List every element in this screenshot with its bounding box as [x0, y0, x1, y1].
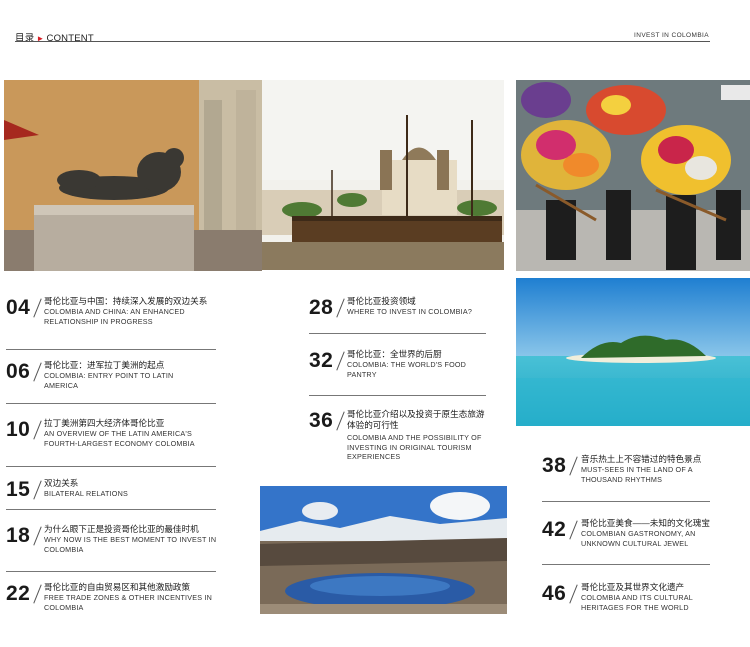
entry-title-en: WHERE TO INVEST IN COLOMBIA? [347, 307, 473, 316]
entry-title-en: AN OVERVIEW OF THE LATIN AMERICA'S FOURT… [44, 429, 195, 448]
entry-title-en: COLOMBIA: THE WORLD'S FOOD PANTRY [347, 360, 467, 379]
toc-entry[interactable]: 06 哥伦比亚：进军拉丁美洲的起点 COLOMBIA: ENTRY POINT … [6, 360, 220, 396]
slash-divider [569, 584, 578, 604]
toc-entry[interactable]: 42 哥伦比亚美食——未知的文化瑰宝 COLOMBIAN GASTRONOMY,… [542, 518, 717, 554]
contents-title-cn: 目录 [15, 33, 35, 44]
entry-title-cn: 哥伦比亚与中国：持续深入发展的双边关系 [44, 296, 208, 306]
toc-entry[interactable]: 10 拉丁美洲第四大经济体哥伦比亚 AN OVERVIEW OF THE LAT… [6, 418, 220, 454]
entry-divider [309, 333, 486, 334]
entry-title-cn: 双边关系 [44, 478, 79, 488]
page-number: 06 [6, 360, 31, 383]
slash-divider [33, 584, 42, 604]
slash-divider [569, 456, 578, 476]
entry-title-en: MUST-SEES IN THE LAND OF A THOUSAND RHYT… [581, 465, 693, 484]
entry-divider [6, 466, 216, 467]
flower-festival-photo [516, 80, 750, 271]
slash-divider [336, 298, 345, 318]
page-number: 38 [542, 454, 567, 477]
slash-divider [336, 411, 345, 431]
publication-name: INVEST IN COLOMBIA [634, 32, 709, 39]
page-number: 42 [542, 518, 567, 541]
toc-entry[interactable]: 04 哥伦比亚与中国：持续深入发展的双边关系 COLOMBIA AND CHIN… [6, 296, 220, 338]
page-number: 28 [309, 296, 334, 319]
botero-sculpture-photo [4, 80, 262, 271]
andes-lagoon-photo [260, 486, 507, 614]
page-number: 32 [309, 349, 334, 372]
slash-divider [33, 362, 42, 382]
entry-divider [6, 403, 216, 404]
page-number: 10 [6, 418, 31, 441]
page-number: 15 [6, 478, 31, 501]
entry-title-cn: 哥伦比亚介绍以及投资于原生态旅游体验的可行性 [347, 409, 485, 430]
entry-title-en: COLOMBIA: ENTRY POINT TO LATIN AMERICA [44, 371, 174, 390]
cartagena-ship-photo [262, 80, 504, 270]
entry-title-en: COLOMBIA AND THE POSSIBILITY OF INVESTIN… [347, 433, 482, 462]
toc-entry[interactable]: 46 哥伦比亚及其世界文化遗产 COLOMBIA AND ITS CULTURA… [542, 582, 717, 618]
header-divider [15, 41, 710, 42]
entry-divider [6, 571, 216, 572]
toc-entry[interactable]: 32 哥伦比亚：全世界的后厨 COLOMBIA: THE WORLD'S FOO… [309, 349, 494, 385]
toc-entry[interactable]: 22 哥伦比亚的自由贸易区和其他激励政策 FREE TRADE ZONES & … [6, 582, 220, 618]
entry-title-en: WHY NOW IS THE BEST MOMENT TO INVEST IN … [44, 535, 217, 554]
entry-title-en: COLOMBIAN GASTRONOMY, AN UNKNOWN CULTURA… [581, 529, 696, 548]
entry-divider [309, 395, 486, 396]
toc-entry[interactable]: 28 哥伦比亚投资领域 WHERE TO INVEST IN COLOMBIA? [309, 296, 494, 326]
entry-title-cn: 哥伦比亚投资领域 [347, 296, 416, 306]
entry-title-cn: 哥伦比亚美食——未知的文化瑰宝 [581, 518, 710, 528]
entry-title-cn: 哥伦比亚：全世界的后厨 [347, 349, 442, 359]
slash-divider [569, 520, 578, 540]
page-number: 18 [6, 524, 31, 547]
slash-divider [336, 351, 345, 371]
entry-title-cn: 哥伦比亚及其世界文化遗产 [581, 582, 685, 592]
entry-title-cn: 拉丁美洲第四大经济体哥伦比亚 [44, 418, 165, 428]
entry-divider [6, 509, 216, 510]
toc-entry[interactable]: 36 哥伦比亚介绍以及投资于原生态旅游体验的可行性 COLOMBIA AND T… [309, 409, 494, 469]
toc-entry[interactable]: 15 双边关系 BILATERAL RELATIONS [6, 478, 220, 502]
entry-title-cn: 为什么眼下正是投资哥伦比亚的最佳时机 [44, 524, 199, 534]
entry-title-en: COLOMBIA AND CHINA: AN ENHANCED RELATION… [44, 307, 185, 326]
slash-divider [33, 480, 42, 500]
contents-title-en: CONTENT [46, 33, 94, 44]
entry-divider [542, 501, 710, 502]
page-number: 46 [542, 582, 567, 605]
slash-divider [33, 298, 42, 318]
entry-divider [542, 564, 710, 565]
entry-title-cn: 音乐热土上不容错过的特色景点 [581, 454, 702, 464]
entry-title-cn: 哥伦比亚：进军拉丁美洲的起点 [44, 360, 165, 370]
entry-divider [6, 349, 216, 350]
page-number: 36 [309, 409, 334, 432]
entry-title-en: COLOMBIA AND ITS CULTURAL HERITAGES FOR … [581, 593, 693, 612]
entry-title-cn: 哥伦比亚的自由贸易区和其他激励政策 [44, 582, 191, 592]
page-number: 22 [6, 582, 31, 605]
tropical-island-photo [516, 278, 750, 426]
toc-entry[interactable]: 18 为什么眼下正是投资哥伦比亚的最佳时机 WHY NOW IS THE BES… [6, 524, 220, 560]
entry-title-en: FREE TRADE ZONES & OTHER INCENTIVES IN C… [44, 593, 213, 612]
slash-divider [33, 526, 42, 546]
slash-divider [33, 420, 42, 440]
entry-title-en: BILATERAL RELATIONS [44, 489, 128, 498]
page-number: 04 [6, 296, 31, 319]
toc-entry[interactable]: 38 音乐热土上不容错过的特色景点 MUST-SEES IN THE LAND … [542, 454, 717, 490]
